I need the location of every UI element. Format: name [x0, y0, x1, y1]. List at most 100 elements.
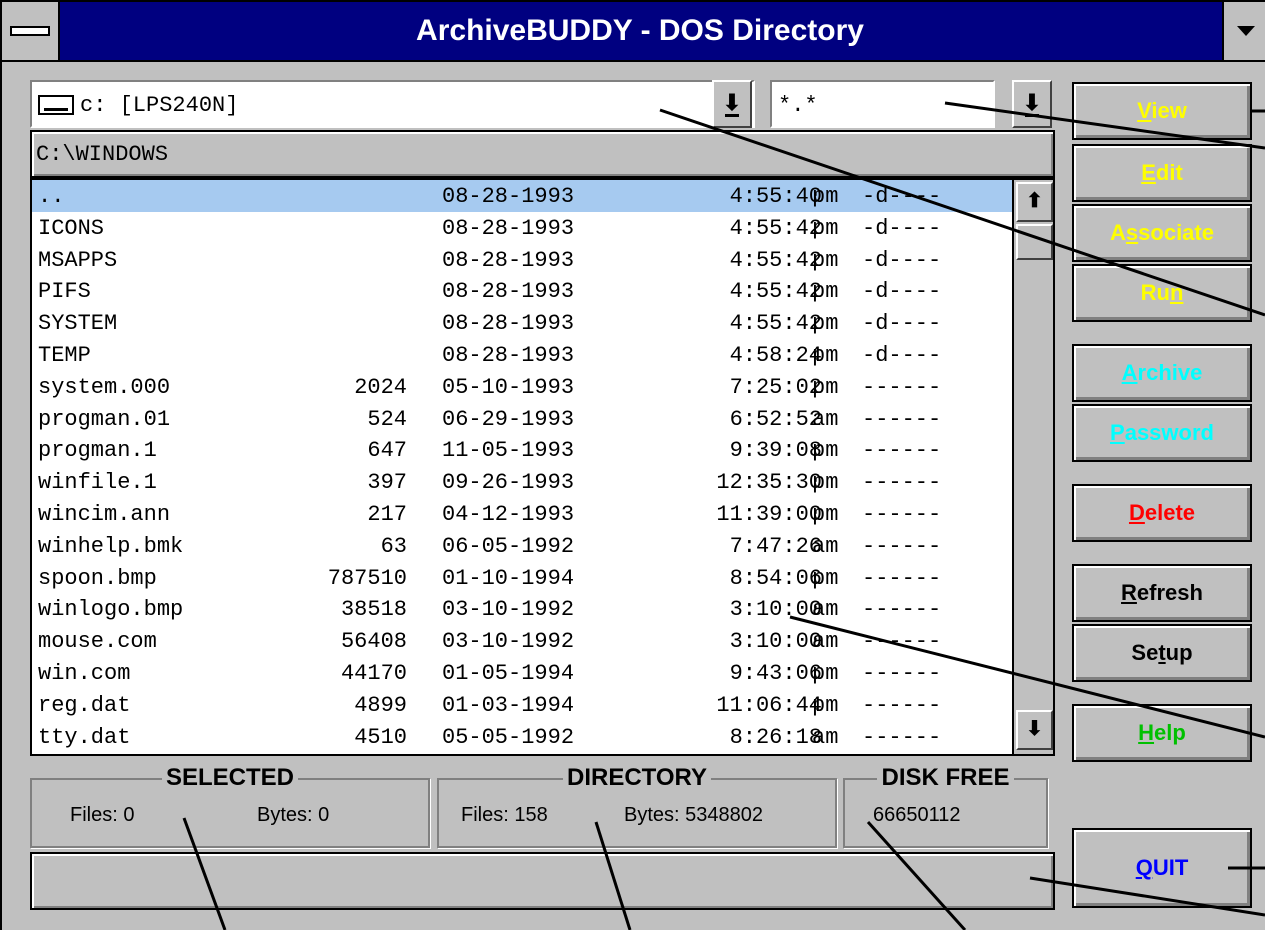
file-row[interactable]: mouse.com 56408 03-10-1992 3:10:00 am ------	[32, 625, 1012, 657]
drive-select[interactable]: c: [LPS240N]	[30, 80, 755, 128]
file-row[interactable]: ICONS 08-28-1993 4:55:42 pm -d----	[32, 212, 1012, 244]
file-size: 63	[380, 533, 407, 559]
file-name: ICONS	[38, 215, 105, 241]
file-row[interactable]: PIFS 08-28-1993 4:55:42 pm -d----	[32, 275, 1012, 307]
file-name: win.com	[38, 660, 131, 686]
file-row[interactable]: MSAPPS 08-28-1993 4:55:42 pm -d----	[32, 244, 1012, 276]
file-name: winfile.1	[38, 470, 157, 496]
directory-group: DIRECTORY Files: 158 Bytes: 5348802	[437, 764, 837, 848]
file-attributes: ------	[862, 406, 942, 432]
file-ampm: pm	[812, 279, 839, 305]
file-attributes: ------	[862, 438, 942, 464]
file-name: tty.dat	[38, 724, 131, 750]
file-name: mouse.com	[38, 629, 157, 655]
file-row[interactable]: SYSTEM 08-28-1993 4:55:42 pm -d----	[32, 307, 1012, 339]
file-ampm: pm	[812, 692, 839, 718]
file-row[interactable]: wincim.ann 217 04-12-1993 11:39:00 pm ------	[32, 498, 1012, 530]
file-ampm: pm	[812, 342, 839, 368]
file-mask-select[interactable]: *.*	[770, 80, 995, 128]
file-ampm: pm	[812, 215, 839, 241]
file-name: winlogo.bmp	[38, 597, 184, 623]
file-time: 12:35:30	[716, 470, 822, 496]
file-row[interactable]: win.com 44170 01-05-1994 9:43:06 pm ------	[32, 657, 1012, 689]
file-row[interactable]: TEMP 08-28-1993 4:58:24 pm -d----	[32, 339, 1012, 371]
quit-button[interactable]: QUIT	[1072, 828, 1252, 908]
file-date: 01-10-1994	[442, 565, 575, 591]
file-size: 38518	[340, 597, 407, 623]
associate-button[interactable]: Associate	[1072, 204, 1252, 262]
file-mask-value: *.*	[778, 93, 818, 118]
file-attributes: ------	[862, 597, 942, 623]
selected-files: Files: 0	[70, 804, 135, 826]
file-date: 09-26-1993	[442, 470, 575, 496]
run-button[interactable]: Run	[1072, 264, 1252, 322]
file-attributes: -d----	[862, 342, 942, 368]
minimize-button[interactable]	[1222, 2, 1265, 60]
edit-button[interactable]: Edit	[1072, 144, 1252, 202]
scroll-down-button[interactable]: ⬇	[1016, 710, 1053, 750]
file-ampm: pm	[812, 311, 839, 337]
file-name: PIFS	[38, 279, 91, 305]
file-date: 08-28-1993	[442, 279, 575, 305]
file-row[interactable]: reg.dat 4899 01-03-1994 11:06:44 pm ------	[32, 689, 1012, 721]
file-time: 11:39:00	[716, 501, 822, 527]
file-row[interactable]: winhelp.bmk 63 06-05-1992 7:47:26 am ------	[32, 530, 1012, 562]
password-button[interactable]: Password	[1072, 404, 1252, 462]
file-size: 524	[367, 406, 407, 432]
file-row[interactable]: .. 08-28-1993 4:55:40 pm -d----	[32, 180, 1012, 212]
file-name: ..	[38, 184, 65, 209]
file-row[interactable]: spoon.bmp 787510 01-10-1994 8:54:06 pm ------	[32, 562, 1012, 594]
file-date: 05-10-1993	[442, 374, 575, 400]
mask-dropdown-button[interactable]: ⬇	[1012, 80, 1052, 128]
directory-bytes: Bytes: 5348802	[624, 804, 763, 826]
current-path: C:\WINDOWS	[30, 130, 1055, 178]
file-size: 4510	[354, 724, 407, 750]
file-ampm: pm	[812, 247, 839, 273]
file-time: 8:54:06	[729, 565, 822, 591]
help-button[interactable]: Help	[1072, 704, 1252, 762]
file-name: spoon.bmp	[38, 565, 157, 591]
file-row[interactable]: winfile.1 397 09-26-1993 12:35:30 pm ------	[32, 466, 1012, 498]
file-time: 4:55:42	[729, 215, 822, 241]
file-row[interactable]: progman.1 647 11-05-1993 9:39:08 pm ------	[32, 434, 1012, 466]
file-ampm: pm	[812, 501, 839, 527]
file-time: 3:10:00	[729, 629, 822, 655]
file-ampm: am	[812, 406, 839, 432]
file-date: 06-29-1993	[442, 406, 575, 432]
view-button[interactable]: View	[1072, 82, 1252, 140]
file-name: reg.dat	[38, 692, 131, 718]
file-list-scrollbar[interactable]: ⬆ ⬇	[1012, 180, 1053, 754]
file-ampm: am	[812, 533, 839, 559]
file-time: 3:10:00	[729, 597, 822, 623]
file-ampm: pm	[812, 438, 839, 464]
file-date: 01-03-1994	[442, 692, 575, 718]
file-name: SYSTEM	[38, 311, 118, 337]
system-menu-button[interactable]	[2, 2, 60, 60]
file-row[interactable]: progman.01 524 06-29-1993 6:52:52 am ------	[32, 403, 1012, 435]
file-time: 4:55:40	[729, 184, 822, 209]
file-size: 2024	[354, 374, 407, 400]
file-row[interactable]: winlogo.bmp 38518 03-10-1992 3:10:00 am -----…	[32, 593, 1012, 625]
selected-bytes: Bytes: 0	[257, 804, 330, 826]
file-date: 08-28-1993	[442, 311, 575, 337]
file-row[interactable]: system.000 2024 05-10-1993 7:25:02 pm ------	[32, 371, 1012, 403]
file-ampm: pm	[812, 184, 839, 209]
selected-legend: SELECTED	[161, 764, 298, 791]
file-size: 44170	[340, 660, 407, 686]
drive-dropdown-button[interactable]: ⬇	[712, 80, 752, 128]
setup-button[interactable]: Setup	[1072, 624, 1252, 682]
delete-button[interactable]: Delete	[1072, 484, 1252, 542]
directory-legend: DIRECTORY	[562, 764, 711, 791]
drive-select-value: c: [LPS240N]	[80, 93, 239, 118]
scroll-thumb[interactable]	[1016, 224, 1053, 260]
file-row[interactable]: tty.dat 4510 05-05-1992 8:26:18 am ------	[32, 721, 1012, 753]
refresh-button[interactable]: Refresh	[1072, 564, 1252, 622]
file-size: 4899	[354, 692, 407, 718]
scroll-up-button[interactable]: ⬆	[1016, 182, 1053, 222]
file-date: 08-28-1993	[442, 184, 575, 209]
file-list[interactable]: .. 08-28-1993 4:55:40 pm -d---- ICONS 08-28-19…	[30, 178, 1055, 756]
title-bar: ArchiveBUDDY - DOS Directory	[0, 0, 1265, 62]
archive-button[interactable]: Archive	[1072, 344, 1252, 402]
file-name: TEMP	[38, 342, 91, 368]
file-name: wincim.ann	[38, 501, 171, 527]
